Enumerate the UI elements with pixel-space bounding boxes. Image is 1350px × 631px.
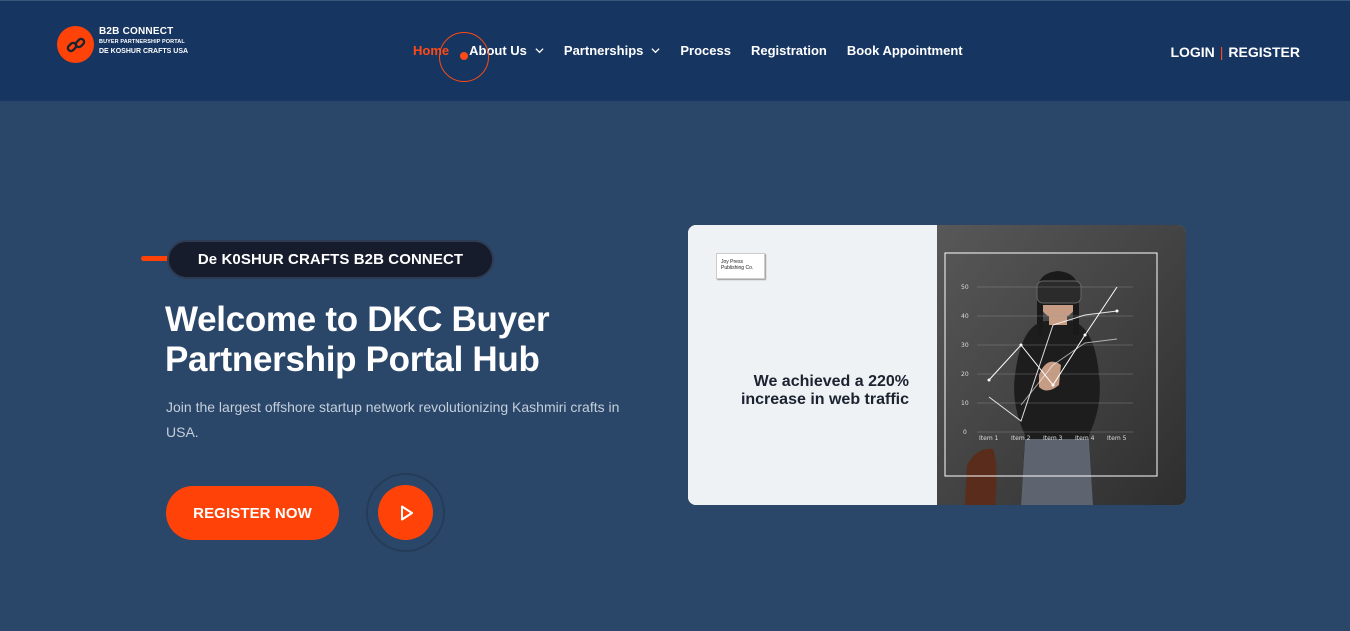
chart-item-label: Item 4	[1075, 435, 1095, 442]
chart-tick: 50	[961, 284, 969, 291]
hero-subtitle: Join the largest offshore startup networ…	[166, 399, 620, 440]
brand-title: B2B CONNECT	[99, 26, 174, 37]
cursor-dot	[460, 52, 468, 60]
nav-partnerships-label: Partnerships	[563, 43, 644, 58]
publisher-label: Joy Press Publishing Co.	[716, 253, 765, 279]
auth-links: LOGIN | REGISTER	[1170, 44, 1300, 60]
chart-tick: 40	[961, 313, 969, 320]
register-link[interactable]: REGISTER	[1228, 44, 1300, 60]
play-video-button[interactable]	[366, 473, 445, 552]
chart-tick: 10	[961, 400, 969, 407]
vr-person-photo: 50 40 30 20 10 0 Item 1 Item 2 Item 3 It…	[937, 225, 1186, 505]
chevron-down-icon	[651, 48, 660, 54]
card-photo: 50 40 30 20 10 0 Item 1 Item 2 Item 3 It…	[937, 225, 1186, 505]
main-nav: Home About Us Partnerships Process Regis…	[413, 43, 983, 58]
chart-tick: 20	[961, 371, 969, 378]
chart-item-label: Item 5	[1107, 435, 1127, 442]
hero-title-line-1: Welcome to DKC Buyer	[165, 300, 550, 339]
chevron-down-icon	[535, 48, 544, 54]
card-quote: We achieved a 220% increase in web traff…	[741, 373, 909, 409]
play-icon	[400, 505, 413, 520]
brand-subtitle-2: DE KOSHUR CRAFTS USA	[99, 48, 189, 55]
brand-logo[interactable]: B2B CONNECT BUYER PARTNERSHIP PORTAL DE …	[57, 26, 188, 63]
card-quote-line-1: We achieved a 220%	[753, 373, 909, 390]
site-header: B2B CONNECT BUYER PARTNERSHIP PORTAL DE …	[0, 0, 1350, 101]
register-now-button[interactable]: REGISTER NOW	[166, 486, 339, 540]
nav-registration[interactable]: Registration	[751, 43, 827, 58]
card-text-panel: Joy Press Publishing Co. We achieved a 2…	[688, 225, 937, 505]
nav-book-appointment[interactable]: Book Appointment	[847, 43, 963, 58]
card-quote-line-2: increase in web traffic	[740, 391, 909, 408]
brand-text: B2B CONNECT BUYER PARTNERSHIP PORTAL DE …	[99, 26, 188, 56]
play-button-circle	[378, 485, 433, 540]
brand-subtitle: BUYER PARTNERSHIP PORTAL	[99, 39, 185, 45]
nav-partnerships[interactable]: Partnerships	[564, 43, 660, 58]
testimonial-card: Joy Press Publishing Co. We achieved a 2…	[688, 225, 1186, 505]
hero-tag: De K0SHUR CRAFTS B2B CONNECT	[167, 240, 494, 279]
chart-item-label: Item 1	[979, 435, 999, 442]
hero-title: Welcome to DKC Buyer Partnership Portal …	[165, 300, 635, 380]
chart-tick: 0	[963, 429, 967, 436]
publisher-line-2: Publishing Co.	[721, 265, 754, 271]
link-chain-icon	[57, 26, 94, 63]
chart-item-label: Item 3	[1043, 435, 1063, 442]
chart-item-label: Item 2	[1011, 435, 1031, 442]
nav-process[interactable]: Process	[680, 43, 731, 58]
login-link[interactable]: LOGIN	[1170, 44, 1214, 60]
chart-tick: 30	[961, 342, 969, 349]
hero-title-line-2: Partnership Portal Hub	[165, 340, 540, 379]
auth-separator: |	[1219, 44, 1224, 60]
